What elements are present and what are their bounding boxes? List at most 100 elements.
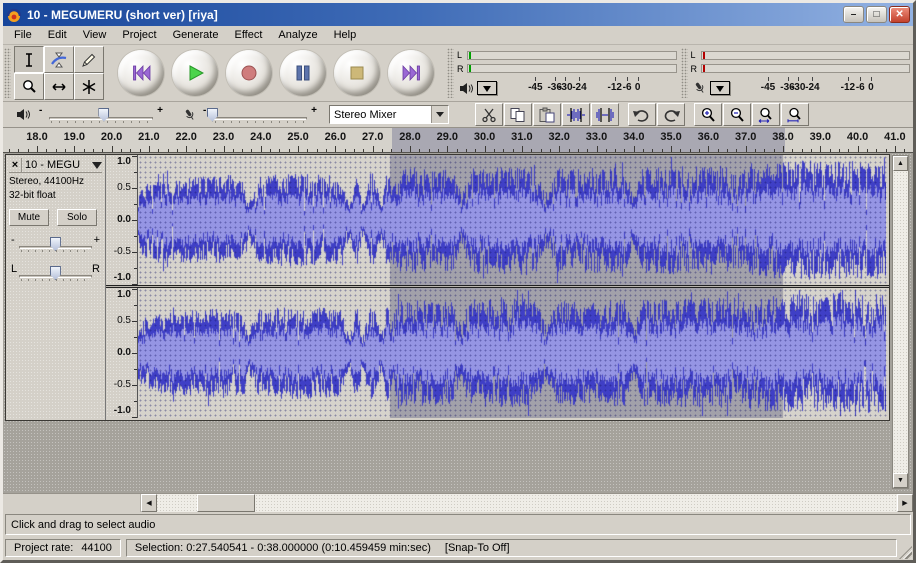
timeline-tick [764,149,765,152]
cut-button[interactable] [475,103,503,126]
skip-to-end-button[interactable] [388,50,434,96]
timeline-tick [736,149,737,152]
timeline-label: 32.0 [548,131,569,143]
vertical-ruler-tick [132,188,137,189]
input-meter[interactable]: LR -45-36-30-24-12-60 [689,45,914,101]
meter-scale-tick [768,77,769,81]
zoom-out-button[interactable] [723,103,751,126]
meter-channel-label: R [457,64,467,74]
timeline-tick [251,149,252,152]
timeline-tick [839,149,840,152]
zoom-tool-button[interactable] [14,73,44,100]
paste-button[interactable] [533,103,561,126]
left-channel-waveform[interactable] [138,155,889,285]
meter-bar[interactable] [701,51,911,60]
vertical-ruler-tick [132,321,137,322]
skip-to-start-button[interactable] [118,50,164,96]
menu-project[interactable]: Project [114,27,164,43]
input-source-combo[interactable]: Stereo Mixer [329,105,449,124]
track-title[interactable]: 10 - MEGU [22,159,92,171]
scroll-down-button[interactable]: ▼ [893,473,908,488]
play-button[interactable] [172,50,218,96]
stop-button[interactable] [334,50,380,96]
menu-view[interactable]: View [75,27,115,43]
play-icon [186,64,204,82]
scroll-right-button[interactable]: ▶ [897,494,913,512]
output-volume-slider[interactable]: - + [37,105,165,125]
record-button[interactable] [226,50,272,96]
menu-generate[interactable]: Generate [165,27,227,43]
timeline-tick [876,149,877,152]
copy-button[interactable] [504,103,532,126]
minimize-button[interactable]: – [843,6,864,23]
right-channel-waveform[interactable] [138,288,889,418]
vertical-ruler-tick [132,353,137,354]
fit-selection-button[interactable] [752,103,780,126]
timeline-label: 39.0 [810,131,831,143]
tool-toolbar-grip[interactable] [4,48,11,98]
output-meter-grip[interactable] [447,48,454,98]
output-meter-dropdown[interactable] [477,81,497,95]
title-bar[interactable]: 10 - MEGUMERU (short ver) [riya] – □ ✕ [3,3,913,26]
zoom-in-button[interactable] [694,103,722,126]
redo-button[interactable] [657,103,685,126]
skip-to-start-icon [131,64,152,82]
input-meter-dropdown[interactable] [710,81,730,95]
horizontal-scrollbar[interactable]: ◀ ▶ [141,494,913,512]
meter-bar[interactable] [467,64,677,73]
undo-button[interactable] [628,103,656,126]
draw-tool-button[interactable] [74,46,104,73]
timeline-ruler[interactable]: 18.019.020.021.022.023.024.025.026.027.0… [3,128,913,153]
timeline-tick [373,146,374,152]
input-volume-icon [183,108,197,122]
audacity-window: 10 - MEGUMERU (short ver) [riya] – □ ✕ F… [0,0,916,563]
scroll-left-button[interactable]: ◀ [141,494,157,512]
meter-channel-label: L [457,50,467,60]
selection-tool-button[interactable] [14,46,44,73]
pan-slider[interactable]: L R [9,262,102,284]
gain-max-label: + [94,234,100,246]
envelope-tool-button[interactable] [44,46,74,73]
vertical-ruler-tick [132,289,137,290]
maximize-button[interactable]: □ [866,6,887,23]
meter-scale-tick [565,77,566,81]
menu-analyze[interactable]: Analyze [270,27,325,43]
timeline-tick [541,149,542,152]
silence-selection-button[interactable] [591,103,619,126]
track-menu-arrow-icon[interactable] [92,162,102,174]
trim-outside-selection-button[interactable] [562,103,590,126]
input-volume-slider[interactable]: - + [201,105,319,125]
multi-tool-button[interactable] [74,73,104,100]
timeline-tick [904,149,905,152]
meter-scale-tick [848,77,849,81]
left-waveform-canvas[interactable] [138,155,886,285]
scroll-up-button[interactable]: ▲ [893,156,908,171]
menu-help[interactable]: Help [326,27,365,43]
menu-edit[interactable]: Edit [40,27,75,43]
vertical-scrollbar[interactable]: ▲ ▼ [892,155,909,489]
timeline-label: 19.0 [64,131,85,143]
timeline-label: 35.0 [660,131,681,143]
time-shift-tool-button[interactable] [44,73,74,100]
menu-file[interactable]: File [6,27,40,43]
horizontal-scroll-thumb[interactable] [197,494,255,512]
track-close-button[interactable]: × [9,158,22,172]
fit-selection-icon [756,107,776,123]
close-button[interactable]: ✕ [889,6,910,23]
mute-button[interactable]: Mute [9,209,49,226]
menu-effect[interactable]: Effect [226,27,270,43]
right-waveform-canvas[interactable] [138,288,886,418]
output-meter[interactable]: LR -45-36-30-24-12-60 [455,45,680,101]
meter-bar[interactable] [467,51,677,60]
gain-slider[interactable]: - + [9,233,102,255]
meter-scale-label: 0 [635,82,641,93]
track-workspace[interactable]: × 10 - MEGU Stereo, 44100Hz 32-bit float… [3,153,913,493]
input-source-dropdown-button[interactable] [431,106,448,123]
input-meter-grip[interactable] [681,48,688,98]
pause-button[interactable] [280,50,326,96]
solo-button[interactable]: Solo [57,209,97,226]
vertical-ruler-tick [134,268,137,269]
fit-project-button[interactable] [781,103,809,126]
timeline-tick [895,146,896,152]
meter-bar[interactable] [701,64,911,73]
